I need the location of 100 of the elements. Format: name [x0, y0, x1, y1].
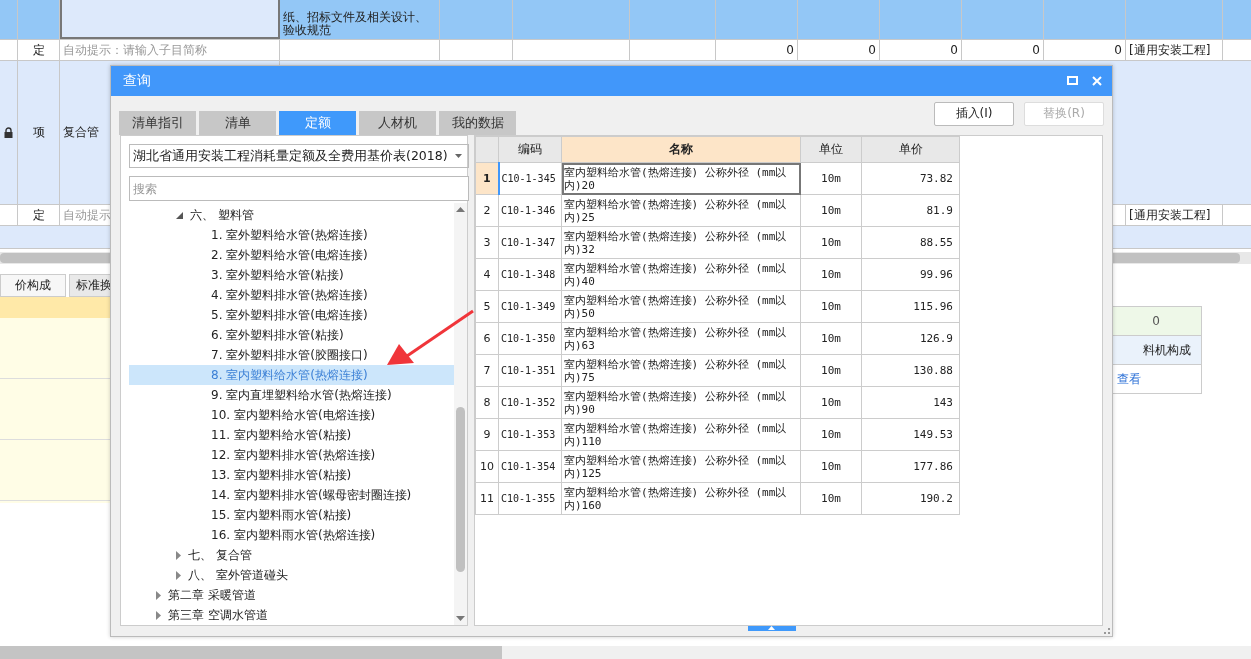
tree-item[interactable]: 5. 室外塑料排水管(电熔连接): [129, 305, 454, 325]
tree-item[interactable]: 1. 室外塑料给水管(热熔连接): [129, 225, 454, 245]
table-cell: 115.96: [861, 290, 960, 323]
tree-item[interactable]: 11. 室内塑料给水管(粘接): [129, 425, 454, 445]
splitter-handle[interactable]: [747, 626, 796, 631]
row-number[interactable]: 6: [475, 322, 499, 355]
tree-item[interactable]: 15. 室内塑料雨水管(粘接): [129, 505, 454, 525]
tree-item[interactable]: 七、 复合管: [129, 545, 454, 565]
name-hint: 自动提示: [63, 206, 111, 224]
row-number[interactable]: 10: [475, 450, 499, 483]
table-cell: 室内塑料给水管(热熔连接) 公称外径 (mm以内)50: [561, 290, 801, 323]
table-cell: C10-1-351: [498, 354, 562, 387]
tree-item[interactable]: 2. 室外塑料给水管(电熔连接): [129, 245, 454, 265]
view-link[interactable]: 查看: [1117, 370, 1141, 388]
value-cell: 0: [1032, 43, 1040, 57]
tree-item[interactable]: 9. 室内直埋塑料给水管(热熔连接): [129, 385, 454, 405]
tree-item[interactable]: 13. 室内塑料排水管(粘接): [129, 465, 454, 485]
table-cell: C10-1-349: [498, 290, 562, 323]
row-number[interactable]: 2: [475, 194, 499, 227]
table-cell: 10m: [800, 354, 862, 387]
table-cell: 81.9: [861, 194, 960, 227]
table-cell: 10m: [800, 482, 862, 515]
name-hint: 自动提示：请输入子目简称: [63, 41, 207, 59]
table-cell: 10m: [800, 418, 862, 451]
tree-item[interactable]: 八、 室外管道碰头: [129, 565, 454, 585]
tree-item[interactable]: 第三章 空调水管道: [129, 605, 454, 625]
row-number[interactable]: 1: [475, 162, 499, 195]
dropdown-caret-icon: [455, 154, 462, 158]
panel-tab[interactable]: 价构成: [0, 274, 66, 297]
table-cell: 室内塑料给水管(热熔连接) 公称外径 (mm以内)63: [561, 322, 801, 355]
table-cell: 10m: [800, 322, 862, 355]
scroll-down-icon[interactable]: [456, 616, 465, 621]
collapsed-icon[interactable]: [156, 610, 161, 620]
row-number[interactable]: 4: [475, 258, 499, 291]
table-cell: 73.82: [861, 162, 960, 195]
table-cell: 10m: [800, 450, 862, 483]
resize-grip-icon[interactable]: [1102, 626, 1110, 634]
dialog-title: 查询: [123, 71, 152, 90]
name-cell: 复合管: [63, 124, 99, 141]
tree-item[interactable]: 10. 室内塑料给水管(电熔连接): [129, 405, 454, 425]
table-cell: C10-1-346: [498, 194, 562, 227]
dialog-tab[interactable]: 我的数据: [439, 111, 516, 135]
column-header: 单价: [861, 136, 960, 163]
table-cell: 室内塑料给水管(热熔连接) 公称外径 (mm以内)75: [561, 354, 801, 387]
tree-item[interactable]: 14. 室内塑料排水管(螺母密封圈连接): [129, 485, 454, 505]
column-header: 料机构成: [1111, 336, 1201, 365]
collapsed-icon[interactable]: [176, 570, 181, 580]
table-cell: 室内塑料给水管(热熔连接) 公称外径 (mm以内)25: [561, 194, 801, 227]
description-text: 纸、招标文件及相关设计、验收规范: [283, 11, 428, 39]
tree-item[interactable]: 7. 室外塑料排水管(胶圈接口): [129, 345, 454, 365]
column-header: 单位: [800, 136, 862, 163]
expanded-icon[interactable]: [176, 211, 183, 219]
insert-button[interactable]: 插入(I): [934, 101, 1014, 126]
collapsed-icon[interactable]: [176, 550, 181, 560]
table-cell: 10m: [800, 258, 862, 291]
value-cell: 0: [786, 43, 794, 57]
table-cell: 149.53: [861, 418, 960, 451]
table-cell: 10m: [800, 226, 862, 259]
table-cell: 99.96: [861, 258, 960, 291]
row-number[interactable]: 8: [475, 386, 499, 419]
type-cell: 定: [32, 206, 45, 224]
library-dropdown[interactable]: 湖北省通用安装工程消耗量定额及全费用基价表(2018): [129, 144, 469, 168]
tree-item[interactable]: 12. 室内塑料排水管(热熔连接): [129, 445, 454, 465]
table-cell: 室内塑料给水管(热熔连接) 公称外径 (mm以内)90: [561, 386, 801, 419]
table-cell: 130.88: [861, 354, 960, 387]
dialog-tab[interactable]: 人材机: [359, 111, 436, 135]
sheet-row[interactable]: 纸、招标文件及相关设计、验收规范: [0, 0, 1251, 40]
dialog-tab[interactable]: 清单指引: [119, 111, 196, 135]
tree-item[interactable]: 六、 塑料管: [129, 205, 454, 225]
collapsed-icon[interactable]: [156, 590, 161, 600]
row-number[interactable]: 9: [475, 418, 499, 451]
table-cell: C10-1-355: [498, 482, 562, 515]
row-number[interactable]: 11: [475, 482, 499, 515]
table-cell: 室内塑料给水管(热熔连接) 公称外径 (mm以内)125: [561, 450, 801, 483]
table-cell: C10-1-348: [498, 258, 562, 291]
scroll-up-icon[interactable]: [456, 207, 465, 212]
tree-item[interactable]: 第二章 采暖管道: [129, 585, 454, 605]
table-cell: C10-1-352: [498, 386, 562, 419]
table-cell: 177.86: [861, 450, 960, 483]
table-cell: 室内塑料给水管(热熔连接) 公称外径 (mm以内)160: [561, 482, 801, 515]
table-cell: C10-1-345: [498, 162, 562, 195]
maximize-icon[interactable]: [1067, 76, 1078, 86]
tree-item[interactable]: 6. 室外塑料排水管(粘接): [129, 325, 454, 345]
row-number[interactable]: 5: [475, 290, 499, 323]
row-number[interactable]: 3: [475, 226, 499, 259]
value-cell: 0: [1111, 307, 1201, 336]
type-cell: 定: [32, 41, 45, 59]
close-icon[interactable]: [1092, 75, 1102, 86]
table-cell: 190.2: [861, 482, 960, 515]
category-cell: [通用安装工程]: [1129, 41, 1211, 59]
table-cell: 室内塑料给水管(热熔连接) 公称外径 (mm以内)32: [561, 226, 801, 259]
row-number[interactable]: 7: [475, 354, 499, 387]
table-cell: 10m: [800, 386, 862, 419]
scrollbar-thumb[interactable]: [456, 406, 465, 572]
table-cell: 143: [861, 386, 960, 419]
search-field[interactable]: 搜索: [129, 176, 469, 201]
table-cell: 10m: [800, 194, 862, 227]
dialog-tab[interactable]: 清单: [199, 111, 276, 135]
scrollbar-thumb[interactable]: [0, 646, 502, 659]
tree-item[interactable]: 16. 室内塑料雨水管(热熔连接): [129, 525, 454, 545]
